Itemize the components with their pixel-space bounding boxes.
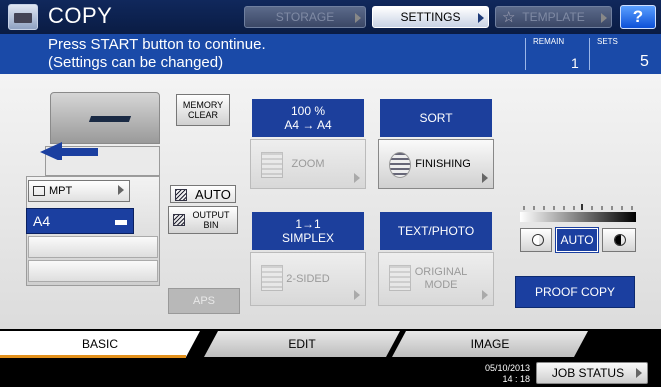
density-gradient-bar [520, 212, 636, 222]
bypass-tray-icon [33, 186, 45, 196]
tab-settings[interactable]: SETTINGS [372, 6, 489, 28]
two-sided-button[interactable]: 2-SIDED [250, 252, 366, 306]
auto-density-button[interactable]: AUTO [555, 227, 599, 253]
aps-button[interactable]: APS [168, 288, 240, 314]
chevron-right-icon [354, 173, 360, 183]
two-sided-label: 2-SIDED [286, 273, 330, 285]
tab-template[interactable]: ☆ TEMPLATE [495, 6, 612, 28]
output-bin-label: OUTPUT BIN [192, 210, 230, 230]
remain-label: REMAIN [533, 37, 565, 46]
half-circle-light-icon [532, 234, 544, 246]
app-title: COPY [48, 3, 113, 28]
tab-edit[interactable]: EDIT [204, 331, 400, 357]
star-icon: ☆ [502, 9, 516, 26]
original-mode-value: TEXT/PHOTO [397, 224, 475, 238]
original-mode-label-line1: ORIGINAL [414, 266, 468, 278]
paper-size-a4-button[interactable]: A4 [26, 208, 134, 234]
zoom-label: ZOOM [291, 158, 325, 170]
original-mode-icon [389, 265, 411, 291]
original-mode-label-group: ORIGINAL MODE [405, 266, 468, 292]
output-bin-button[interactable]: OUTPUT BIN [168, 206, 238, 234]
divider [525, 38, 526, 70]
arrow-left-icon [40, 142, 98, 160]
remain-value: 1 [571, 55, 579, 71]
finishing-button[interactable]: FINISHING [378, 139, 494, 189]
divider [589, 38, 590, 70]
paper-size-label: A4 [33, 213, 51, 229]
chevron-right-icon [636, 368, 642, 378]
simplex-ratio: 1→1 [295, 217, 321, 231]
paper-drawer [28, 260, 158, 282]
help-button[interactable]: ? [620, 5, 656, 29]
sets-label: SETS [597, 37, 618, 46]
auto-paper-selector[interactable]: AUTO [170, 185, 236, 203]
finishing-label: FINISHING [415, 158, 471, 170]
paper-drawer [28, 236, 158, 258]
memory-clear-button[interactable]: MEMORY CLEAR [176, 94, 230, 126]
zoom-value-display: 100 % A4 → A4 [252, 99, 364, 137]
two-sided-icon [261, 265, 283, 291]
chevron-right-icon [482, 173, 488, 183]
tab-storage-label: STORAGE [275, 10, 335, 24]
memory-clear-label: MEMORY CLEAR [182, 100, 224, 120]
chevron-right-icon [118, 185, 124, 195]
job-status-button[interactable]: JOB STATUS [536, 362, 648, 384]
date-display: 05/10/2013 [484, 363, 530, 373]
time-display: 14 : 18 [502, 374, 530, 384]
paper-orientation-icon [115, 220, 127, 225]
chevron-right-icon [601, 13, 607, 23]
chevron-right-icon [354, 290, 360, 300]
mpt-label: MPT [49, 185, 73, 197]
job-status-label: JOB STATUS [551, 366, 625, 380]
chevron-right-icon [478, 13, 484, 23]
simplex-label: SIMPLEX [281, 231, 335, 245]
lighter-density-button[interactable] [520, 228, 552, 252]
zoom-icon [261, 152, 283, 178]
tab-storage[interactable]: STORAGE [244, 6, 366, 28]
tab-basic[interactable]: BASIC [0, 331, 200, 357]
status-message-line1: Press START button to continue. [48, 36, 266, 53]
output-bin-icon [173, 214, 185, 226]
tab-settings-label: SETTINGS [400, 10, 461, 24]
sets-value: 5 [640, 53, 649, 70]
tab-image[interactable]: IMAGE [392, 331, 588, 357]
zoom-paper-sizes: A4 → A4 [284, 118, 332, 132]
chevron-right-icon [355, 13, 361, 23]
copier-icon [8, 4, 38, 30]
sort-value-display: SORT [380, 99, 492, 137]
original-mode-value-display: TEXT/PHOTO [380, 212, 492, 250]
status-message-line2: (Settings can be changed) [48, 54, 224, 71]
original-mode-button[interactable]: ORIGINAL MODE [378, 252, 494, 306]
paper-stack-icon [175, 189, 187, 201]
zoom-button[interactable]: ZOOM [250, 139, 366, 189]
sort-value: SORT [419, 111, 453, 125]
mpt-tray-button[interactable]: MPT [28, 180, 130, 202]
duplex-value-display: 1→1 SIMPLEX [252, 212, 364, 250]
auto-label: AUTO [195, 186, 231, 202]
copier-panel-illustration [88, 116, 132, 122]
original-mode-label-line2: MODE [424, 279, 458, 291]
active-tab-indicator [0, 355, 186, 358]
chevron-right-icon [482, 290, 488, 300]
proof-copy-button[interactable]: PROOF COPY [515, 276, 635, 308]
tab-template-label: TEMPLATE [522, 10, 585, 24]
zoom-percent: 100 % [290, 104, 326, 118]
darker-density-button[interactable] [602, 228, 636, 252]
half-circle-dark-icon [614, 234, 626, 246]
finishing-icon [389, 152, 411, 178]
